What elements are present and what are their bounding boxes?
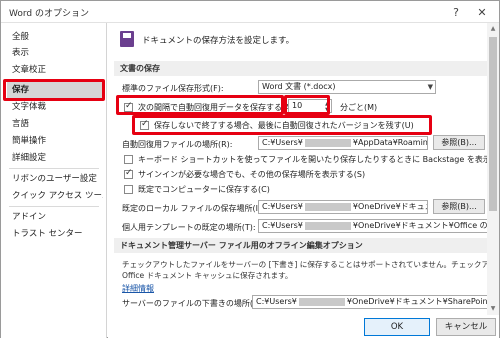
autorecover-location-label: 自動回復用ファイルの場所(R): xyxy=(122,140,233,149)
options-dialog: Word のオプション ? ✕ 全般 表示 文章校正 保存 文字体裁 言語 簡単… xyxy=(0,0,500,338)
window-title: Word のオプション xyxy=(9,9,89,19)
autorecover-location-input[interactable]: C:¥Users¥ ¥AppData¥Roaming¥Microso xyxy=(258,136,428,150)
path-suffix: ¥AppData¥Roaming¥Microso xyxy=(352,138,428,147)
path-prefix: C:¥Users¥ xyxy=(262,138,303,147)
browse-autorecover-button[interactable]: 参照(B)... xyxy=(433,135,485,150)
cancel-button[interactable]: キャンセル xyxy=(436,318,496,336)
redacted-username xyxy=(298,297,345,306)
default-format-value: Word 文書 (*.docx) xyxy=(262,82,336,91)
redacted-username xyxy=(304,138,351,147)
dialog-footer: OK キャンセル xyxy=(108,315,499,338)
scroll-down-icon[interactable]: ▼ xyxy=(487,305,499,315)
redacted-username xyxy=(304,221,351,230)
sidebar-item-proofing[interactable]: 文章校正 xyxy=(7,62,103,78)
sidebar-item-trust-center[interactable]: トラスト センター xyxy=(7,226,103,242)
main-panel: ドキュメントの保存方法を設定します。 文書の保存 標準のファイル保存形式(F):… xyxy=(108,23,499,315)
browse-local-button[interactable]: 参照(B)... xyxy=(433,199,485,214)
help-icon[interactable]: ? xyxy=(445,3,467,21)
show-additional-places-label: サインインが必要な場合でも、その他の保存場所を表示する(S) xyxy=(138,170,366,179)
chevron-down-icon: ▼ xyxy=(427,83,433,91)
save-to-computer-label: 既定でコンピューターに保存する(C) xyxy=(138,185,270,194)
template-location-label: 個人用テンプレートの既定の場所(T): xyxy=(122,223,256,232)
autorecover-unit-label: 分ごと(M) xyxy=(340,103,378,112)
section-title-offline: ドキュメント管理サーバー ファイル用のオフライン編集オプション xyxy=(114,238,494,253)
sidebar: 全般 表示 文章校正 保存 文字体裁 言語 簡単操作 詳細設定 リボンのユーザー… xyxy=(1,23,107,338)
sidebar-item-quick-access-toolbar[interactable]: クイック アクセス ツール バー xyxy=(7,188,103,204)
offline-description-line2: Office ドキュメント キャッシュに保存されます。 xyxy=(122,271,293,280)
sidebar-item-advanced[interactable]: 詳細設定 xyxy=(7,150,103,166)
sidebar-item-display[interactable]: 表示 xyxy=(7,45,103,61)
close-icon[interactable]: ✕ xyxy=(471,3,493,21)
highlight-box-autorecover xyxy=(116,95,284,115)
sidebar-divider xyxy=(9,168,99,169)
drafts-location-input[interactable]: C:¥Users¥ ¥OneDrive¥ドキュメント¥SharePoint 下書き… xyxy=(252,295,492,309)
highlight-box-save-nav xyxy=(3,79,105,101)
sidebar-item-language[interactable]: 言語 xyxy=(7,116,103,132)
sidebar-item-typography[interactable]: 文字体裁 xyxy=(7,99,103,115)
highlight-box-keep-last xyxy=(132,115,432,135)
redacted-username xyxy=(304,202,351,211)
path-suffix: ¥OneDrive¥ドキュメント¥ xyxy=(352,202,427,211)
save-to-computer-checkbox[interactable] xyxy=(124,185,133,194)
path-suffix: ¥OneDrive¥ドキュメント¥Office のカスタム テンプレ xyxy=(352,221,489,230)
scroll-up-icon[interactable]: ▲ xyxy=(487,25,499,35)
sidebar-divider xyxy=(9,206,99,207)
path-suffix: ¥OneDrive¥ドキュメント¥SharePoint 下書き¥ xyxy=(346,297,491,306)
path-prefix: C:¥Users¥ xyxy=(262,202,303,211)
backstage-label: キーボード ショートカットを使ってファイルを開いたり保存したりするときに Bac… xyxy=(138,155,499,164)
sidebar-item-addins[interactable]: アドイン xyxy=(7,209,103,225)
title-bar: Word のオプション ? ✕ xyxy=(1,1,499,23)
path-prefix: C:¥Users¥ xyxy=(256,297,297,306)
sidebar-item-general[interactable]: 全般 xyxy=(7,29,103,45)
local-location-input[interactable]: C:¥Users¥ ¥OneDrive¥ドキュメント¥ xyxy=(258,200,428,214)
details-link[interactable]: 詳細情報 xyxy=(122,283,154,294)
sidebar-item-accessibility[interactable]: 簡単操作 xyxy=(7,133,103,149)
path-prefix: C:¥Users¥ xyxy=(262,221,303,230)
ok-button[interactable]: OK xyxy=(364,318,430,336)
sidebar-item-customize-ribbon[interactable]: リボンのユーザー設定 xyxy=(7,171,103,187)
local-location-label: 既定のローカル ファイルの保存場所(I): xyxy=(122,204,264,213)
drafts-location-label: サーバーのファイルの下書きの場所(V): xyxy=(122,299,265,308)
save-icon xyxy=(120,31,134,47)
offline-description-line1: チェックアウトしたファイルをサーバーの [下書き] に保存することはサポートされ… xyxy=(122,260,499,269)
default-format-select[interactable]: Word 文書 (*.docx) ▼ xyxy=(258,80,436,94)
backstage-checkbox[interactable] xyxy=(124,155,133,164)
template-location-input[interactable]: C:¥Users¥ ¥OneDrive¥ドキュメント¥Office のカスタム テ… xyxy=(258,219,490,233)
show-additional-places-checkbox[interactable] xyxy=(124,168,133,179)
section-title-save: 文書の保存 xyxy=(114,61,494,76)
highlight-box-minutes xyxy=(284,95,330,115)
default-format-label: 標準のファイル保存形式(F): xyxy=(122,84,224,93)
page-description: ドキュメントの保存方法を設定します。 xyxy=(142,36,295,46)
scrollbar-thumb[interactable] xyxy=(489,37,497,211)
